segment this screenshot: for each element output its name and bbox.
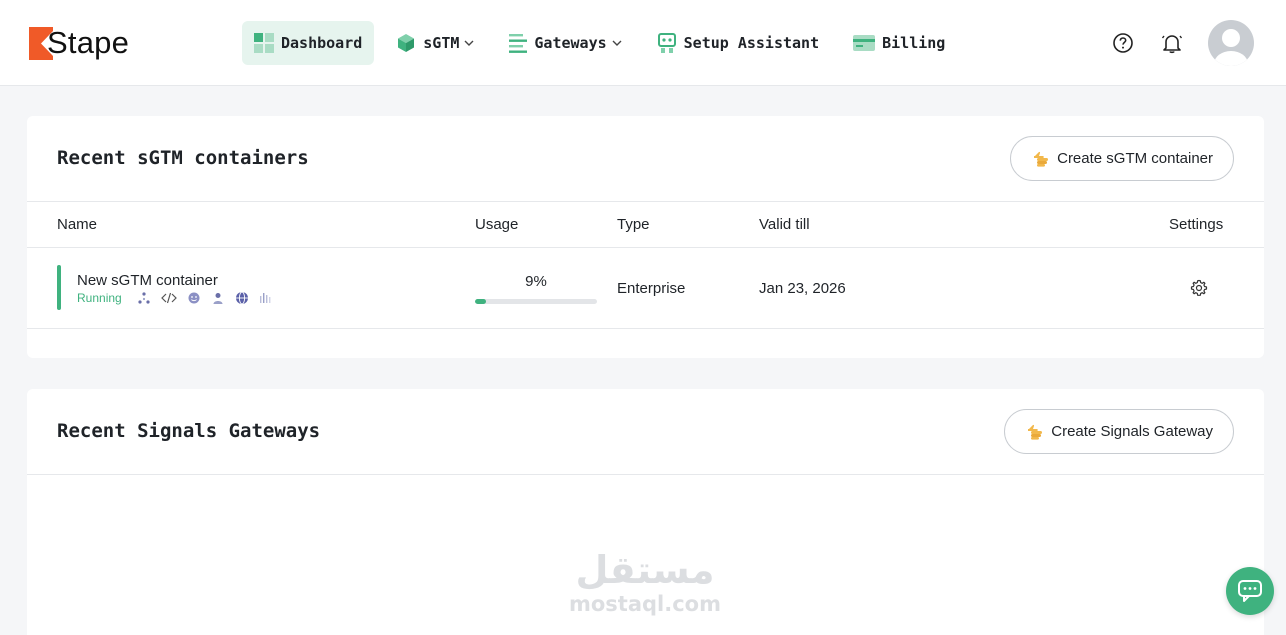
recent-containers-card: Recent sGTM containers Create sGTM conta… — [27, 116, 1264, 358]
nav-sgtm[interactable]: sGTM — [384, 21, 487, 65]
col-name: Name — [57, 216, 98, 233]
container-valid-till: Jan 23, 2026 — [759, 280, 846, 297]
container-feature-icons — [137, 291, 283, 305]
col-type: Type — [617, 216, 650, 233]
hand-pointer-icon — [1027, 424, 1045, 440]
dashboard-grid-icon — [254, 33, 274, 53]
globe-icon[interactable] — [235, 291, 249, 305]
nav-billing[interactable]: Billing — [841, 21, 957, 65]
nav-dashboard-label: Dashboard — [281, 34, 363, 52]
watermark-latin: mostaql.com — [569, 592, 721, 616]
usage-percent: 9% — [525, 273, 547, 290]
user-silhouette-icon — [1214, 29, 1248, 66]
cube-icon — [396, 33, 416, 53]
create-gateway-button[interactable]: Create Signals Gateway — [1004, 409, 1234, 454]
divider — [27, 201, 1264, 202]
usage-progress-bar — [475, 299, 597, 304]
col-valid-till: Valid till — [759, 216, 810, 233]
stape-logo[interactable]: Stape — [29, 25, 129, 61]
code-icon[interactable] — [161, 291, 177, 305]
main-nav: Dashboard sGTM Gateways Setup Assistant … — [242, 21, 967, 65]
network-icon[interactable] — [137, 291, 151, 305]
status-indicator-bar — [57, 265, 61, 310]
logo-text: Stape — [47, 25, 130, 60]
mostaql-watermark: مستقل mostaql.com — [565, 548, 725, 616]
chat-support-button[interactable] — [1226, 567, 1274, 615]
nav-gateways[interactable]: Gateways — [497, 21, 634, 65]
chevron-down-icon — [611, 37, 623, 49]
chevron-down-icon — [463, 37, 475, 49]
col-usage: Usage — [475, 216, 519, 233]
gear-icon[interactable] — [1190, 279, 1208, 302]
nav-billing-label: Billing — [882, 34, 946, 52]
nav-gateways-label: Gateways — [534, 34, 607, 52]
watermark-arabic: مستقل — [575, 548, 715, 592]
chat-bubble-icon — [1238, 580, 1262, 602]
bell-icon[interactable] — [1160, 31, 1184, 55]
user-shield-icon[interactable] — [211, 291, 225, 305]
nav-setup-assistant-label: Setup Assistant — [683, 34, 820, 52]
assistant-icon — [657, 32, 677, 54]
nav-sgtm-label: sGTM — [423, 34, 460, 52]
create-gateway-label: Create Signals Gateway — [1051, 423, 1213, 440]
status-badge: Running — [77, 291, 122, 305]
containers-title: Recent sGTM containers — [57, 147, 309, 169]
create-container-button[interactable]: Create sGTM container — [1010, 136, 1234, 181]
gateways-title: Recent Signals Gateways — [57, 420, 321, 442]
credit-card-icon — [853, 35, 876, 51]
nav-dashboard[interactable]: Dashboard — [242, 21, 375, 65]
signal-bars-icon[interactable] — [259, 291, 273, 305]
hand-pointer-icon — [1033, 151, 1051, 167]
usage-progress-fill — [475, 299, 486, 304]
smile-icon[interactable] — [187, 291, 201, 305]
divider — [27, 247, 1264, 248]
container-name[interactable]: New sGTM container — [77, 272, 218, 289]
help-icon[interactable] — [1111, 31, 1135, 55]
container-type: Enterprise — [617, 280, 686, 297]
create-container-label: Create sGTM container — [1057, 150, 1213, 167]
divider — [27, 474, 1264, 475]
nav-setup-assistant[interactable]: Setup Assistant — [645, 21, 831, 65]
divider — [27, 328, 1264, 329]
top-bar: Stape Dashboard sGTM Gateways Setup Assi… — [0, 0, 1286, 86]
stape-logo-mark-icon — [29, 26, 53, 60]
list-icon — [509, 33, 528, 53]
col-settings: Settings — [1169, 216, 1224, 233]
avatar[interactable] — [1208, 20, 1254, 66]
